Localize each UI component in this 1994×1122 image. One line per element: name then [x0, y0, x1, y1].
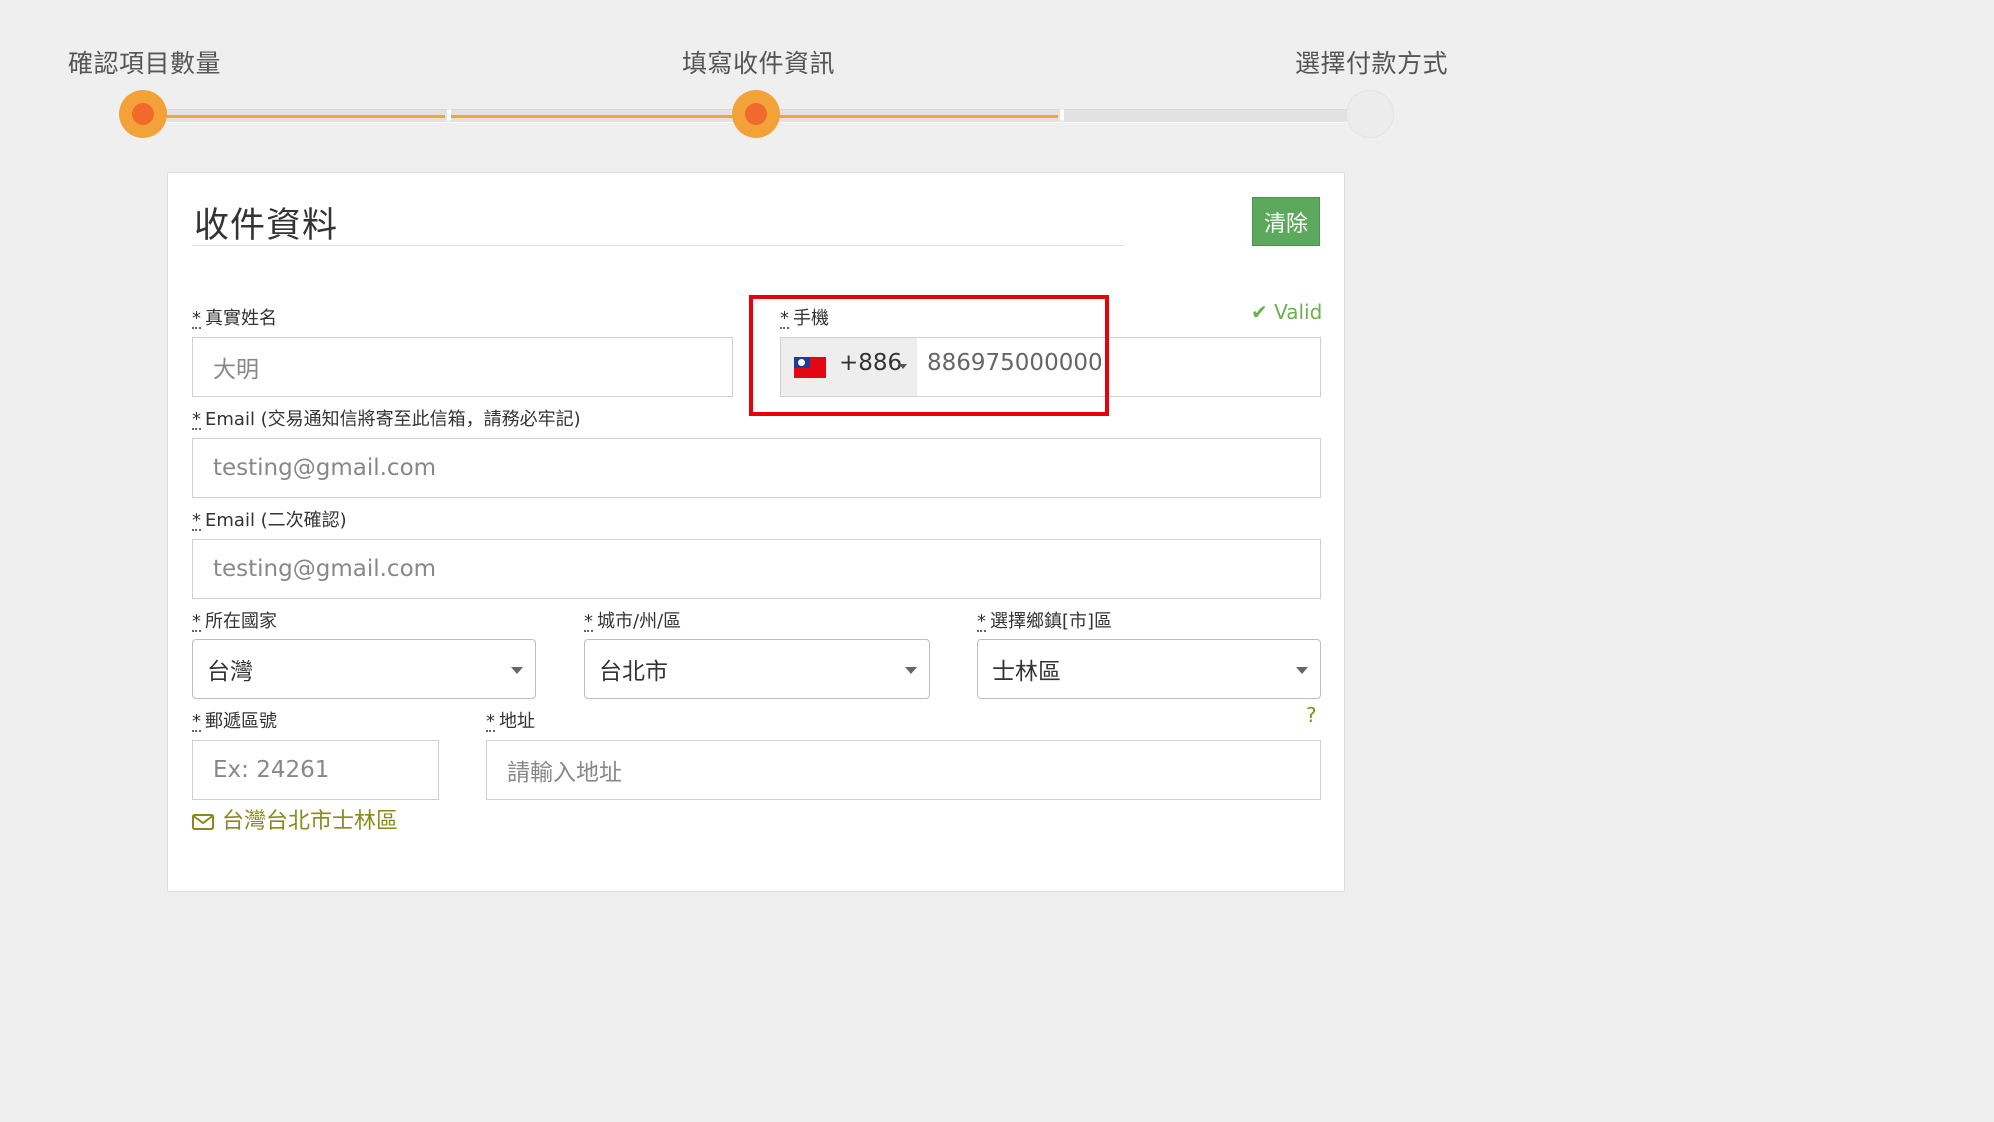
phone-input-group: +886 886975000000 — [780, 337, 1321, 397]
caret-down-icon — [511, 667, 523, 674]
phone-input[interactable]: 886975000000 — [927, 350, 1103, 376]
district-select-value: 士林區 — [992, 659, 1061, 685]
form-title: 收件資料 — [194, 206, 339, 246]
address-input[interactable]: 請輸入地址 — [486, 740, 1321, 800]
name-input[interactable]: 大明 — [192, 337, 733, 397]
country-label: * 所在國家 — [192, 611, 277, 632]
city-label: * 城市/州/區 — [584, 611, 682, 632]
caret-down-icon — [905, 667, 917, 674]
step-node-current — [732, 90, 780, 138]
caret-down-icon — [899, 364, 907, 369]
step-connector-1b — [451, 109, 741, 123]
postcode-input[interactable]: Ex: 24261 — [192, 740, 439, 800]
title-divider — [192, 245, 1124, 246]
name-label: * 真實姓名 — [192, 308, 277, 329]
address-help-icon[interactable]: ? — [1306, 703, 1317, 727]
required-mark: * — [192, 510, 201, 531]
shipping-form-card: 收件資料 清除 * 真實姓名 大明 * 手機 ✔ Valid +886 886975… — [167, 172, 1345, 892]
required-mark: * — [780, 308, 789, 329]
step-node-todo — [1346, 90, 1394, 138]
step-label-confirm-quantity: 確認項目數量 — [68, 49, 222, 78]
email-input[interactable]: testing@gmail.com — [192, 438, 1321, 498]
city-select[interactable]: 台北市 — [584, 639, 930, 699]
city-select-value: 台北市 — [599, 659, 668, 685]
step-connector-1a — [150, 109, 447, 123]
postcode-label: * 郵遞區號 — [192, 711, 277, 732]
step-label-choose-payment: 選擇付款方式 — [1295, 49, 1449, 78]
dial-code: +886 — [839, 350, 903, 376]
required-mark: * — [584, 611, 593, 632]
district-label: * 選擇鄉鎮[市]區 — [977, 611, 1113, 632]
taiwan-flag-icon — [794, 357, 826, 378]
required-mark: * — [192, 611, 201, 632]
address-preview-text: 台灣台北市士林區 — [222, 809, 399, 834]
address-preview: 台灣台北市士林區 — [192, 803, 398, 835]
required-mark: * — [192, 308, 201, 329]
caret-down-icon — [1296, 667, 1308, 674]
district-select[interactable]: 士林區 — [977, 639, 1321, 699]
address-label: * 地址 — [486, 711, 535, 732]
email-confirm-label: * Email (二次確認) — [192, 510, 347, 531]
required-mark: * — [192, 711, 201, 732]
country-select[interactable]: 台灣 — [192, 639, 536, 699]
phone-label: * 手機 — [780, 308, 829, 329]
country-select-value: 台灣 — [207, 659, 253, 685]
envelope-icon — [192, 811, 214, 830]
step-label-fill-shipping: 填寫收件資訊 — [682, 49, 836, 78]
required-mark: * — [977, 611, 986, 632]
step-connector-2a — [770, 109, 1060, 123]
email-confirm-input[interactable]: testing@gmail.com — [192, 539, 1321, 599]
required-mark: * — [486, 711, 495, 732]
step-connector-2b — [1064, 109, 1354, 123]
step-node-done — [119, 90, 167, 138]
country-code-dropdown[interactable]: +886 — [781, 338, 917, 396]
clear-button[interactable]: 清除 — [1252, 197, 1320, 246]
required-mark: * — [192, 409, 201, 430]
email-label: * Email (交易通知信將寄至此信箱，請務必牢記) — [192, 409, 581, 430]
phone-valid-indicator: ✔ Valid — [1251, 300, 1323, 324]
